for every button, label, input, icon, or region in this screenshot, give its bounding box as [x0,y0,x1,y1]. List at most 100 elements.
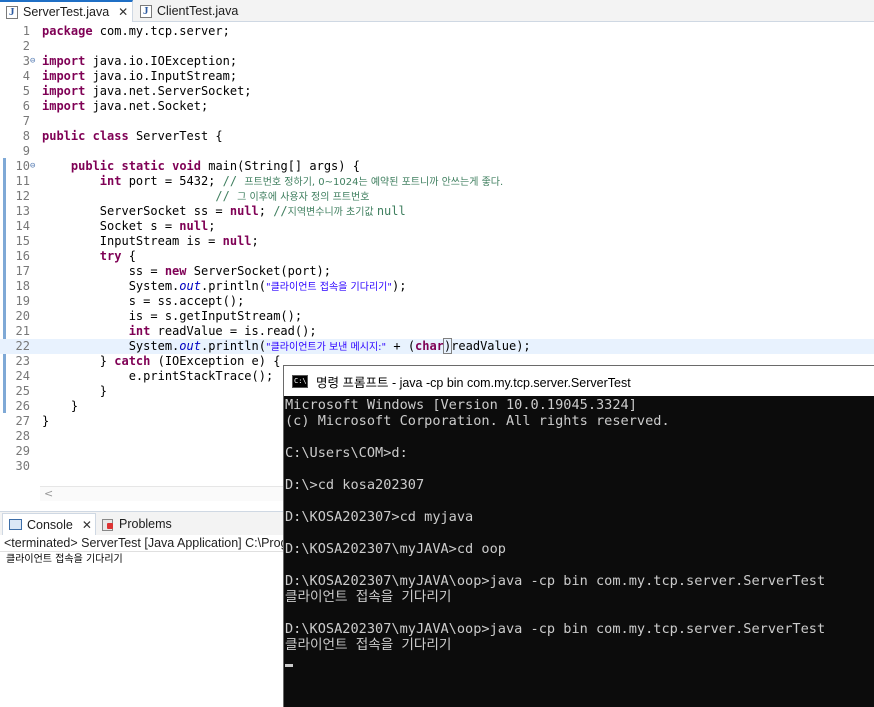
code-text: public class ServerTest { [42,129,223,144]
terminal-line: D:\KOSA202307\myJAVA\oop>java -cp bin co… [285,621,826,637]
code-token: catch [114,354,151,368]
code-token: null [179,219,209,233]
code-token: ; [251,234,259,248]
tab-label: Problems [119,517,172,531]
fold-toggle-icon[interactable]: ⊖ [30,54,35,69]
line-number: 2 [22,39,30,53]
code-line[interactable]: 13 ServerSocket ss = null; //지역변수니까 초기값 … [0,204,874,219]
tab-console[interactable]: Console ✕ [2,513,96,535]
code-line[interactable]: 6 import java.net.Socket; [0,99,874,114]
code-token: ServerSocket ss = [42,204,230,218]
code-text: } [42,414,49,429]
code-line[interactable]: 19 s = ss.accept(); [0,294,874,309]
line-number: 8 [22,129,30,143]
code-text: ServerSocket ss = null; //지역변수니까 초기값 nul… [42,204,406,220]
code-line[interactable]: 11 int port = 5432; // 프트번호 정하기, 0~1024는… [0,174,874,189]
code-token: 그 이후에 사용자 정의 프트번호 [237,192,370,203]
code-token: out [179,339,201,353]
code-text: } [42,399,78,414]
close-icon[interactable]: ✕ [118,5,128,19]
terminal-line: D:\KOSA202307\myJAVA\oop>java -cp bin co… [285,573,826,589]
code-token: e.printStackTrace(); [42,369,274,383]
code-text: } catch (IOException e) { [42,354,281,369]
console-output[interactable]: 클라이언트 접속을 기다리기 [0,553,290,707]
scroll-left-icon[interactable]: < [44,487,53,500]
window-title-bar[interactable]: 명령 프롬프트 - java -cp bin com.my.tcp.server… [284,366,874,396]
code-line[interactable]: 9 [0,144,874,159]
code-line[interactable]: 2 [0,39,874,54]
code-line[interactable]: 1 package com.my.tcp.server; [0,24,874,39]
tab-label: ServerTest.java [23,5,110,19]
code-line[interactable]: 22 System.out.println("클라이언트가 보낸 메시지:" +… [0,338,874,354]
code-line[interactable]: 3 ⊖ import java.io.IOException; [0,54,874,69]
code-token: import [42,99,86,113]
code-text: int readValue = is.read(); [42,324,317,339]
tab-label: Console [27,517,73,532]
code-line[interactable]: 16 try { [0,249,874,264]
code-token: } [42,384,108,398]
code-token: null [376,204,406,218]
code-line[interactable]: 18 System.out.println("클라이언트 접속을 기다리기"); [0,279,874,294]
code-token: is = s.getInputStream(); [42,309,303,323]
terminal-line: 클라이언트 접속을 기다리기 [285,637,452,653]
code-token: import [42,69,86,83]
line-number: 16 [15,249,30,263]
code-token: port = 5432; [121,174,223,188]
code-line[interactable]: 15 InputStream is = null; [0,234,874,249]
code-line[interactable]: 8 public class ServerTest { [0,129,874,144]
code-line[interactable]: 10 ⊖ public static void main(String[] arg… [0,159,874,174]
code-text: package com.my.tcp.server; [42,24,230,39]
tab-servertest-java[interactable]: ServerTest.java ✕ [0,0,133,22]
line-number: 26 [15,399,30,413]
code-text: public static void main(String[] args) { [42,159,360,174]
code-token: "클라이언트 접속을 기다리기" [266,282,392,293]
close-icon[interactable]: ✕ [82,518,92,532]
code-token: Socket s = [42,219,180,233]
code-token: java.io.InputStream; [85,69,238,83]
terminal-line: 클라이언트 접속을 기다리기 [285,589,452,605]
line-number: 10 [15,159,30,173]
code-line[interactable]: 21 int readValue = is.read(); [0,324,874,339]
line-number: 25 [15,384,30,398]
fold-toggle-icon[interactable]: ⊖ [30,159,35,174]
code-line[interactable]: 7 [0,114,874,129]
code-line[interactable]: 5 import java.net.ServerSocket; [0,84,874,99]
console-status-line: <terminated> ServerTest [Java Applicatio… [0,535,290,552]
code-token: ; [208,219,216,233]
code-text: import java.net.Socket; [42,99,208,114]
line-number: 23 [15,354,30,368]
code-token: public [42,129,86,143]
code-token: readValue); [451,339,531,353]
line-number: 1 [22,24,30,38]
line-number: 11 [15,174,30,188]
tab-problems[interactable]: Problems [100,513,172,535]
code-text: ss = new ServerSocket(port); [42,264,331,279]
code-line[interactable]: 4 import java.io.InputStream; [0,69,874,84]
code-line[interactable]: 17 ss = new ServerSocket(port); [0,264,874,279]
code-text: int port = 5432; // 프트번호 정하기, 0~1024는 예약… [42,174,503,190]
line-number: 7 [22,114,30,128]
code-token: main(String[] args) { [201,159,360,173]
code-token: System. [42,279,180,293]
command-prompt-window[interactable]: 명령 프롬프트 - java -cp bin com.my.tcp.server… [283,365,874,707]
code-token: ss = [42,264,165,278]
line-number: 28 [15,429,30,443]
tab-clienttest-java[interactable]: ClientTest.java [134,0,244,22]
code-text: Socket s = null; [42,219,216,234]
code-token: { [121,249,136,263]
code-token: InputStream is = [42,234,223,248]
code-token: java.io.IOException; [85,54,238,68]
code-line[interactable]: 12 // 그 이후에 사용자 정의 프트번호 [0,189,874,204]
terminal-output[interactable]: Microsoft Windows [Version 10.0.19045.33… [284,397,874,707]
code-text: // 그 이후에 사용자 정의 프트번호 [42,189,369,205]
code-line[interactable]: 20 is = s.getInputStream(); [0,309,874,324]
code-line[interactable]: 14 Socket s = null; [0,219,874,234]
